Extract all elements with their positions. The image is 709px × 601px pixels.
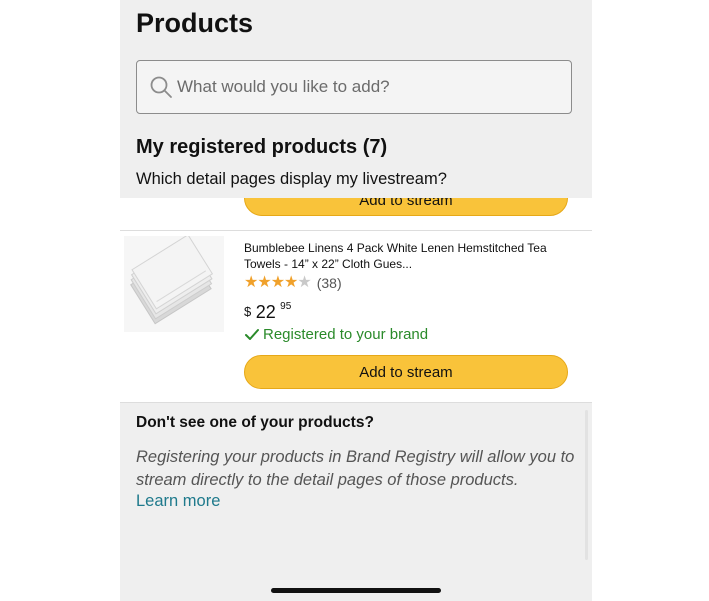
product-image <box>124 236 224 332</box>
price-symbol: $ <box>244 304 252 319</box>
product-rating: ★ ★ ★ ★ ★ (38) <box>244 274 342 292</box>
registered-status: Registered to your brand <box>244 326 428 343</box>
add-to-stream-button-previous[interactable]: Add to stream <box>244 198 568 216</box>
scrollbar[interactable] <box>585 410 588 560</box>
home-indicator[interactable] <box>271 588 441 593</box>
product-price: $ 22 95 <box>244 301 292 323</box>
learn-more-link[interactable]: Learn more <box>136 492 220 511</box>
price-whole: 22 <box>255 302 276 322</box>
help-heading: Don't see one of your products? <box>136 414 374 431</box>
divider <box>120 402 592 403</box>
star-icon: ★ <box>297 274 311 291</box>
search-icon <box>150 76 172 98</box>
registered-status-text: Registered to your brand <box>263 326 429 343</box>
add-to-stream-button[interactable]: Add to stream <box>244 355 568 389</box>
page-title: Products <box>136 8 254 38</box>
check-icon <box>245 328 259 340</box>
price-fraction: 95 <box>280 301 292 312</box>
rating-count: (38) <box>316 275 342 291</box>
help-text: Registering your products in Brand Regis… <box>136 448 575 489</box>
divider <box>120 230 592 231</box>
product-title[interactable]: Bumblebee Linens 4 Pack White Lenen Hems… <box>244 240 564 272</box>
product-list: Add to stream Bumblebee Linens 4 Pack Wh… <box>120 198 592 402</box>
search-box[interactable] <box>136 60 572 114</box>
registered-products-subheading: Which detail pages display my livestream… <box>136 170 447 188</box>
app-screen: Products My registered products (7) Whic… <box>120 0 592 601</box>
registered-products-heading: My registered products (7) <box>136 136 388 158</box>
star-icon: ★ <box>284 274 298 291</box>
star-icon: ★ <box>257 274 271 291</box>
star-icon: ★ <box>244 274 258 291</box>
search-input[interactable] <box>177 61 557 113</box>
star-icon: ★ <box>270 274 285 291</box>
